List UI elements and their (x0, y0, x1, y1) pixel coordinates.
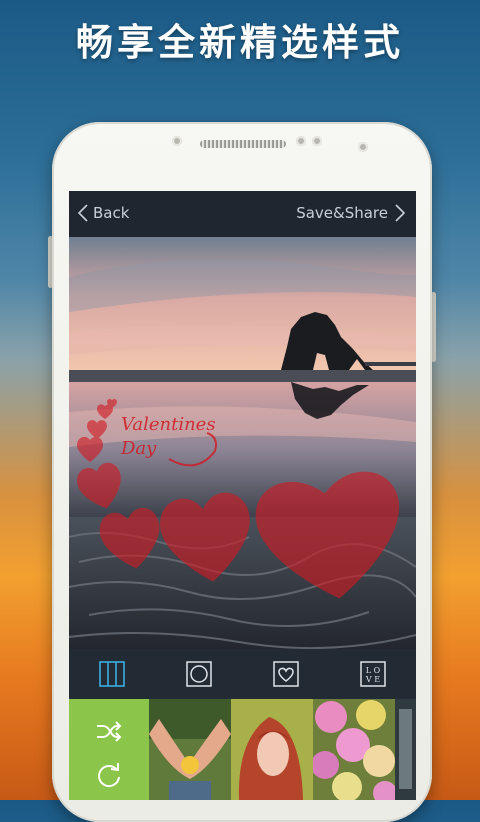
thumbnail-roses[interactable] (311, 699, 397, 800)
refresh-icon[interactable] (95, 761, 123, 789)
thumbnail-image (395, 699, 416, 800)
phone-speaker (200, 140, 286, 148)
tool-grid-columns[interactable] (99, 661, 126, 687)
tool-heart-frame[interactable] (273, 661, 299, 687)
save-share-label: Save&Share (296, 204, 388, 222)
chevron-left-icon (77, 204, 88, 222)
grid-columns-icon (99, 661, 126, 687)
circle-frame-icon (186, 661, 212, 687)
love-text-bottom: V E (365, 675, 380, 684)
photo-canvas[interactable]: Valentines Day (69, 237, 416, 649)
thumbnail-image (149, 699, 231, 800)
heart-frame-icon (273, 661, 299, 687)
thumbnail-image (231, 699, 313, 800)
template-strip (69, 699, 416, 800)
top-bar: Back Save&Share (69, 191, 416, 237)
phone-sensor (172, 136, 182, 146)
phone-sensor (296, 136, 306, 146)
shuffle-tile[interactable] (69, 699, 149, 800)
thumbnail-partial[interactable] (395, 699, 416, 800)
back-label: Back (93, 204, 130, 222)
headline: 畅享全新精选样式 (76, 21, 404, 64)
photo-scene: Valentines Day (69, 237, 416, 649)
shuffle-icon[interactable] (95, 721, 123, 743)
back-button[interactable]: Back (77, 203, 129, 223)
valentine-text-line2: Day (120, 438, 157, 459)
save-share-button[interactable]: Save&Share (296, 203, 406, 223)
thumbnail-girl-red-hair[interactable] (231, 699, 313, 800)
valentine-text-line1: Valentines (121, 414, 216, 435)
love-text-icon: L O V E (359, 661, 386, 687)
front-camera (358, 142, 368, 152)
thumbnail-image (311, 699, 397, 800)
thumbnail-hands-flower[interactable] (149, 699, 231, 800)
app-screen: Back Save&Share Valentines Day L O V E (69, 191, 416, 800)
love-text-top: L O (365, 666, 380, 675)
tool-love-text[interactable]: L O V E (359, 661, 386, 687)
phone-sensor (312, 136, 322, 146)
chevron-right-icon (395, 204, 406, 222)
frame-toolbar: L O V E (69, 649, 416, 699)
tool-circle-frame[interactable] (186, 661, 212, 687)
